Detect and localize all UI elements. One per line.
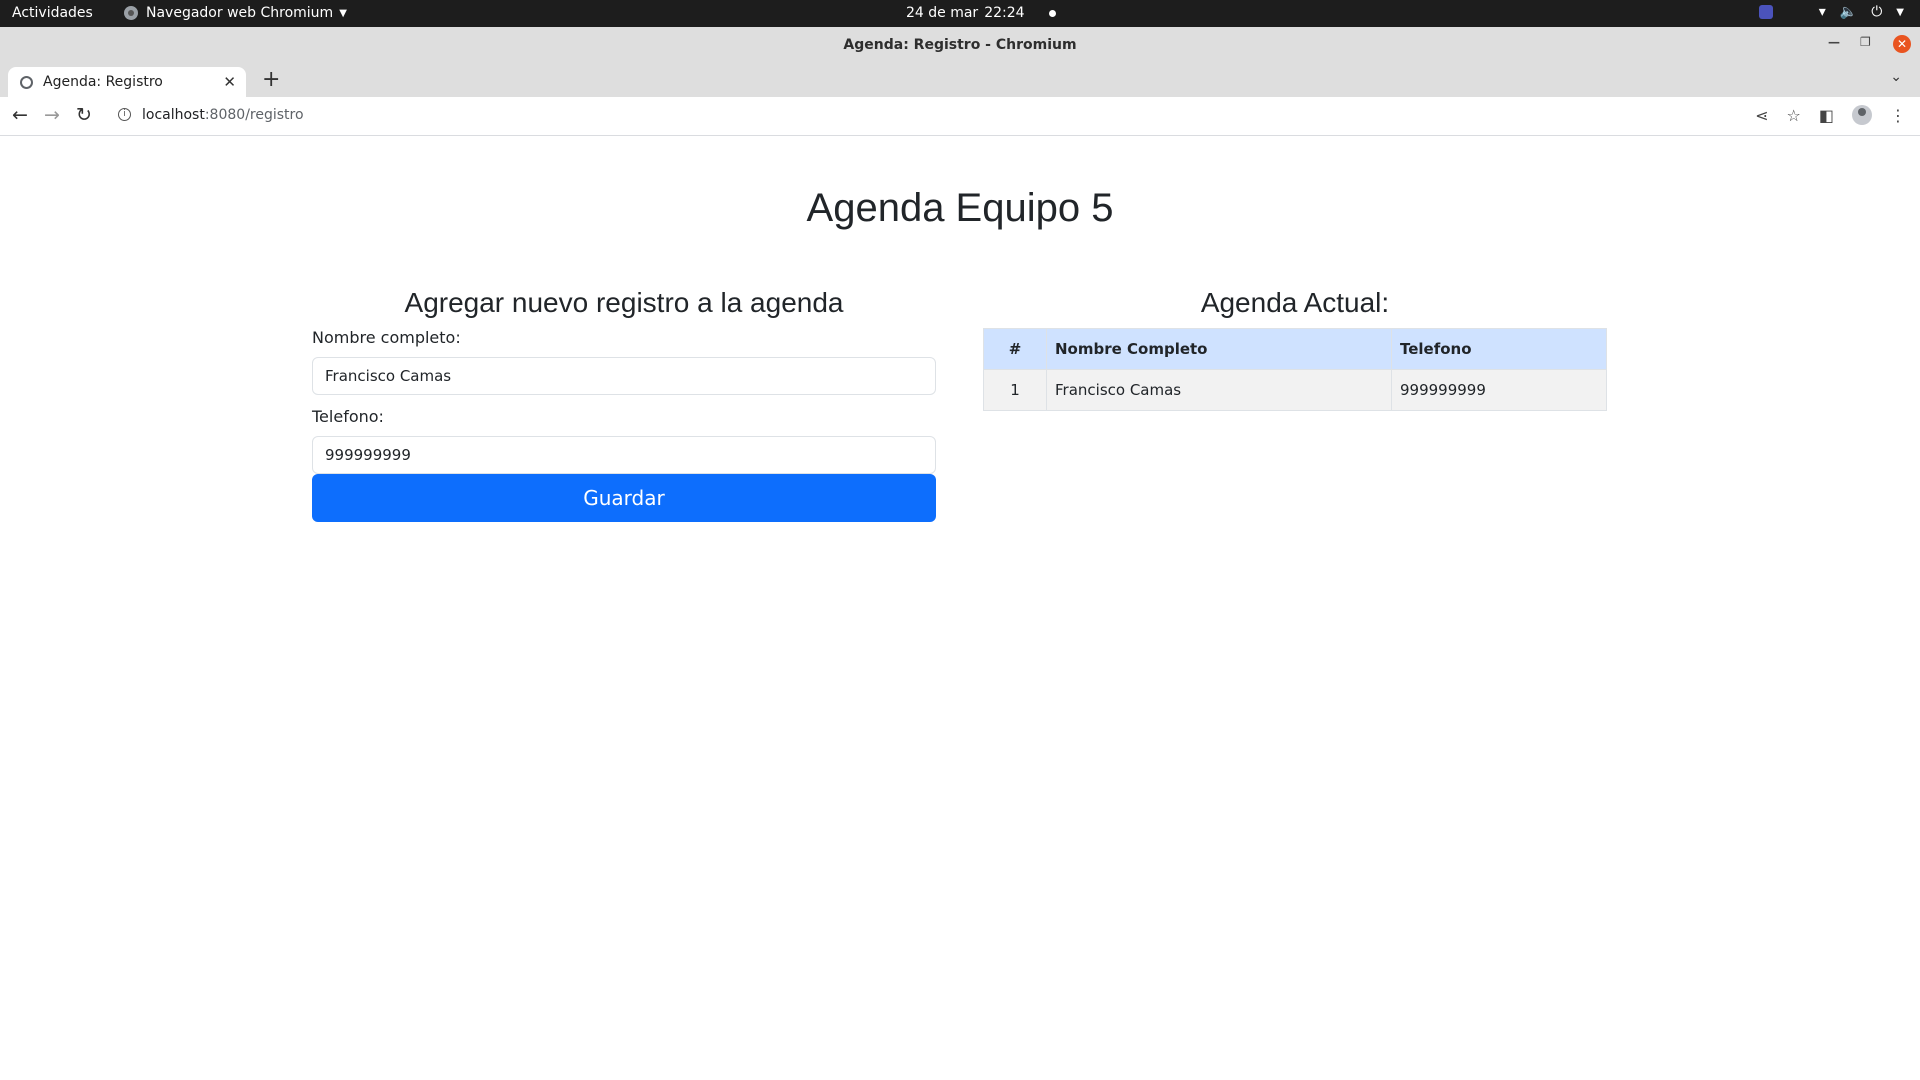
column-header-name: Nombre Completo — [1046, 328, 1392, 370]
phone-label: Telefono: — [312, 407, 384, 426]
window-title: Agenda: Registro - Chromium — [843, 37, 1077, 53]
cell-number: 1 — [983, 369, 1047, 411]
close-window-icon[interactable]: ✕ — [1893, 35, 1911, 53]
phone-input[interactable] — [312, 436, 936, 474]
cell-phone: 999999999 — [1391, 369, 1607, 411]
clock-time: 22:24 — [984, 5, 1025, 21]
url-host: localhost — [142, 107, 205, 123]
page-title: Agenda Equipo 5 — [806, 186, 1114, 230]
toolbar-actions: ⋖ ☆ ◧ ⋮ — [1755, 105, 1906, 125]
agenda-panel: Agenda Actual: # Nombre Completo Telefon… — [983, 286, 1607, 411]
column-header-phone: Telefono — [1391, 328, 1607, 370]
bookmark-star-icon[interactable]: ☆ — [1787, 106, 1801, 125]
reload-icon[interactable]: ↻ — [76, 104, 92, 126]
system-tray[interactable]: ▾ 🔈 ⏻ ▼ — [1758, 4, 1904, 20]
new-tab-icon[interactable]: + — [262, 67, 280, 92]
profile-avatar-icon[interactable] — [1852, 105, 1872, 125]
caret-down-icon: ▼ — [1896, 6, 1904, 18]
side-panel-icon[interactable]: ◧ — [1819, 106, 1834, 125]
chromium-icon — [124, 6, 138, 20]
globe-icon — [20, 75, 33, 89]
cell-name: Francisco Camas — [1046, 369, 1392, 411]
tab-title: Agenda: Registro — [43, 74, 163, 90]
tab-agenda-registro[interactable]: Agenda: Registro ✕ — [8, 67, 246, 97]
save-button[interactable]: Guardar — [312, 474, 936, 522]
close-tab-icon[interactable]: ✕ — [223, 73, 236, 91]
form-heading: Agregar nuevo registro a la agenda — [404, 287, 844, 318]
browser-toolbar: ← → ↻ i localhost:8080/registro ⋖ ☆ ◧ ⋮ — [0, 97, 1920, 136]
teams-tray-icon[interactable] — [1758, 5, 1773, 19]
forward-arrow-icon[interactable]: → — [44, 104, 60, 126]
agenda-table: # Nombre Completo Telefono 1 Francisco C… — [983, 328, 1607, 411]
maximize-icon[interactable]: ❐ — [1860, 35, 1871, 49]
clock-date: 24 de mar — [906, 5, 979, 21]
activities-button[interactable]: Actividades — [12, 5, 93, 21]
name-input[interactable] — [312, 357, 936, 395]
column-header-number: # — [983, 328, 1047, 370]
clock[interactable]: 24 de mar 22:24 — [906, 5, 1056, 21]
site-info-icon[interactable]: i — [118, 108, 131, 121]
caret-down-icon: ▼ — [339, 7, 347, 19]
address-bar[interactable]: localhost:8080/registro — [142, 107, 304, 123]
tab-search-chevron-icon[interactable]: ⌄ — [1890, 69, 1902, 85]
agenda-heading: Agenda Actual: — [1200, 287, 1390, 318]
table-row: 1 Francisco Camas 999999999 — [983, 369, 1607, 411]
wifi-icon: ▾ — [1818, 4, 1826, 20]
share-icon[interactable]: ⋖ — [1755, 106, 1768, 125]
url-path: :8080/registro — [204, 107, 304, 123]
power-icon: ⏻ — [1871, 4, 1883, 20]
app-menu-label: Navegador web Chromium — [146, 5, 334, 21]
notification-dot-icon — [1048, 9, 1056, 17]
app-menu[interactable]: Navegador web Chromium ▼ — [124, 5, 347, 21]
name-label: Nombre completo: — [312, 328, 461, 347]
volume-icon: 🔈 — [1839, 4, 1858, 20]
tab-strip: Agenda: Registro ✕ + ⌄ — [0, 63, 1920, 97]
minimize-icon[interactable]: — — [1828, 35, 1840, 49]
more-menu-icon[interactable]: ⋮ — [1890, 106, 1906, 125]
system-top-bar: Actividades Navegador web Chromium ▼ 24 … — [0, 0, 1920, 27]
page-content: Agenda Equipo 5 Agregar nuevo registro a… — [0, 136, 1920, 1080]
window-title-bar: Agenda: Registro - Chromium — ❐ ✕ — [0, 27, 1920, 63]
add-record-form: Agregar nuevo registro a la agenda Nombr… — [312, 286, 936, 522]
table-header-row: # Nombre Completo Telefono — [983, 328, 1607, 370]
back-arrow-icon[interactable]: ← — [12, 104, 28, 126]
